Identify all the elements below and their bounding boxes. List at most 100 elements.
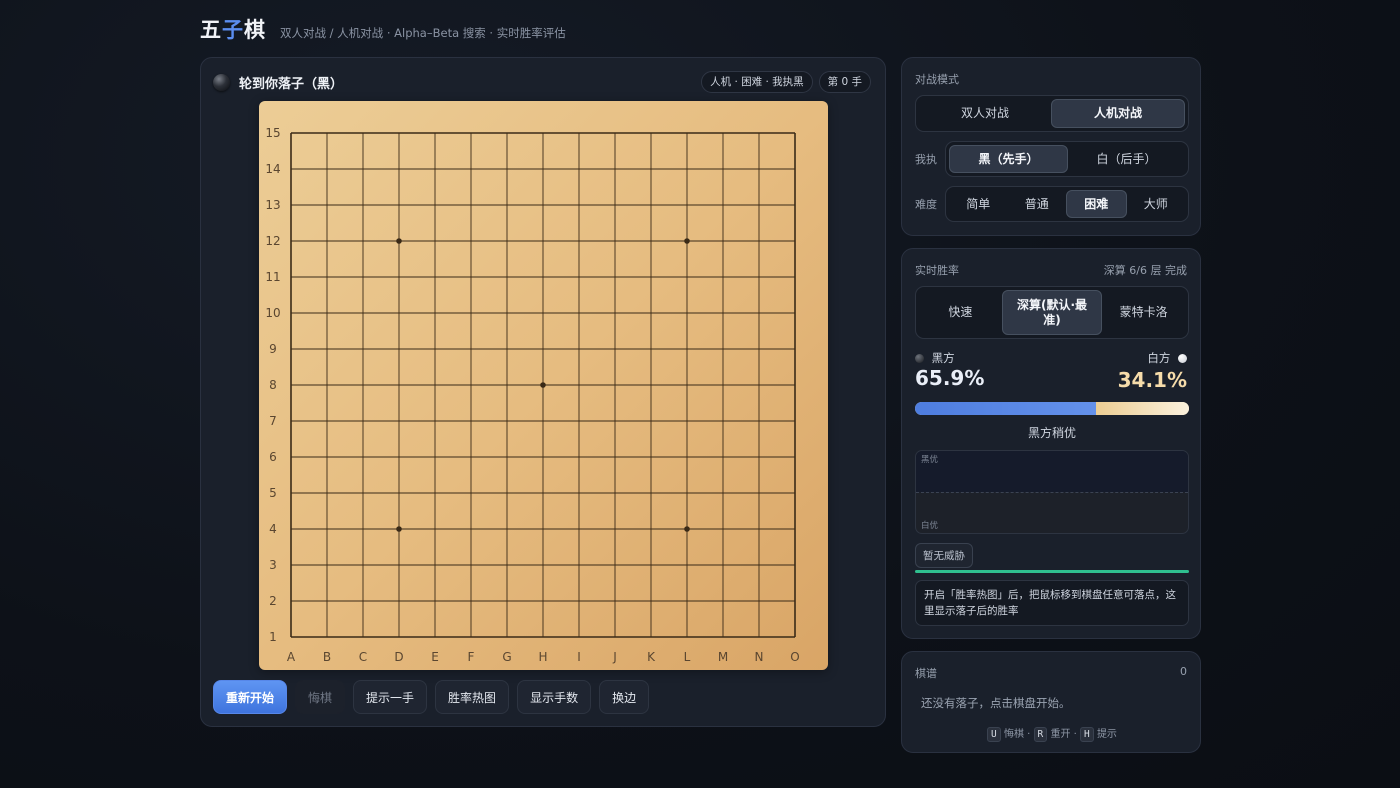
threat-badge: 暂无威胁 [915, 543, 973, 568]
record-empty-text: 还没有落子，点击棋盘开始。 [921, 696, 1071, 710]
move-count-pill: 第 0 手 [818, 71, 871, 93]
record-count: 0 [1180, 665, 1187, 678]
row-label: 8 [269, 378, 277, 392]
graph-black-zone [916, 451, 1188, 492]
shortcut-key-undo: U [987, 727, 1001, 742]
black-stone-icon [915, 354, 924, 363]
shortcut-key-hint: H [1080, 727, 1094, 742]
column-label: N [755, 650, 764, 664]
white-label-text: 白方 [1147, 351, 1171, 365]
row-label: 5 [269, 486, 277, 500]
black-percentage: 65.9% [915, 366, 985, 390]
white-stone-icon [1178, 354, 1187, 363]
record-panel: 棋谱 0 还没有落子，点击棋盘开始。 U 悔棋 · R 重开 · H 提示 [901, 651, 1201, 753]
black-label-text: 黑方 [931, 351, 955, 365]
row-label: 6 [269, 450, 277, 464]
algo-fast[interactable]: 快速 [919, 290, 1002, 335]
row-label: 3 [269, 558, 277, 572]
winrate-bar-white [1095, 402, 1189, 415]
row-label: 7 [269, 414, 277, 428]
column-label: M [718, 650, 728, 664]
white-side-label: 白方 [1147, 350, 1187, 366]
depth-status: 深算 6/6 层 完成 [1103, 264, 1187, 277]
winrate-panel: 实时胜率 深算 6/6 层 完成 快速 深算(默认·最准) 蒙特卡洛 黑方 白方… [901, 248, 1201, 639]
algo-segmented: 快速 深算(默认·最准) 蒙特卡洛 [915, 286, 1189, 339]
column-label: B [323, 650, 331, 664]
row-label: 14 [265, 162, 280, 176]
heatmap-button[interactable]: 胜率热图 [435, 680, 510, 714]
hint-button[interactable]: 提示一手 [353, 680, 428, 714]
row-label: 4 [269, 522, 277, 536]
shortcut-label-undo: 悔棋 [1003, 729, 1024, 740]
side-option-white[interactable]: 白（后手） [1068, 145, 1185, 173]
graph-top-label: 黑优 [921, 455, 939, 465]
difficulty-normal[interactable]: 普通 [1008, 190, 1067, 218]
side-option-black[interactable]: 黑（先手） [949, 145, 1068, 173]
graph-midline [916, 492, 1188, 493]
row-label: 15 [265, 126, 280, 140]
column-label: E [431, 650, 439, 664]
logo-char-3: 棋 [244, 18, 266, 42]
record-title: 棋谱 [915, 667, 937, 680]
app-logo: 五子棋 [200, 14, 266, 44]
star-point [396, 238, 402, 244]
winrate-graph: 黑优 白优 [915, 450, 1189, 534]
mode-pill: 人机 · 困难 · 我执黑 [701, 71, 813, 93]
winrate-bar [915, 402, 1189, 415]
logo-char-1: 五 [200, 18, 222, 42]
column-label: G [502, 650, 511, 664]
mode-title: 对战模式 [915, 73, 959, 86]
heatmap-hint: 开启「胜率热图」后，把鼠标移到棋盘任意可落点，这里显示落子后的胜率 [915, 580, 1189, 626]
column-label: I [577, 650, 581, 664]
difficulty-segmented: 简单 普通 困难 大师 [945, 186, 1189, 222]
difficulty-hard[interactable]: 困难 [1066, 190, 1127, 218]
logo-char-2: 子 [222, 18, 244, 42]
board-panel: 轮到你落子（黑） 人机 · 困难 · 我执黑 第 0 手 A B C D E F G H I J K… [200, 57, 886, 727]
white-percentage: 34.1% [1117, 368, 1187, 392]
board-grid[interactable]: A B C D E F G H I J K L M N O 15 14 13 12 11 10 9 8 7 6 5 4 3 2 1 [259, 101, 828, 670]
graph-bottom-label: 白优 [921, 521, 939, 531]
gomoku-board[interactable]: A B C D E F G H I J K L M N O 15 14 13 12 11 10 9 8 7 6 5 4 3 2 1 [259, 101, 828, 670]
shortcut-separator: · [1073, 729, 1077, 740]
turn-indicator: 轮到你落子（黑） [239, 76, 344, 92]
difficulty-easy[interactable]: 简单 [949, 190, 1008, 218]
star-point [540, 382, 546, 388]
column-label: D [394, 650, 403, 664]
row-label: 10 [265, 306, 280, 320]
star-point [396, 526, 402, 532]
side-label: 我执 [915, 153, 937, 166]
row-label: 1 [269, 630, 277, 644]
column-label: A [287, 650, 296, 664]
column-label: F [468, 650, 475, 664]
algo-deep[interactable]: 深算(默认·最准) [1001, 290, 1103, 335]
algo-mcts[interactable]: 蒙特卡洛 [1102, 290, 1185, 335]
show-moves-button[interactable]: 显示手数 [517, 680, 592, 714]
column-label: H [538, 650, 547, 664]
swap-sides-button[interactable]: 换边 [599, 680, 650, 714]
row-label: 2 [269, 594, 277, 608]
restart-button[interactable]: 重新开始 [213, 680, 288, 714]
row-label: 11 [265, 270, 280, 284]
column-label: K [647, 650, 656, 664]
black-side-label: 黑方 [915, 350, 955, 366]
undo-button[interactable]: 悔棋 [295, 680, 346, 714]
mode-panel: 对战模式 双人对战 人机对战 我执 黑（先手） 白（后手） 难度 简单 普通 困… [901, 57, 1201, 236]
difficulty-master[interactable]: 大师 [1127, 190, 1186, 218]
keyboard-shortcuts: U 悔棋 · R 重开 · H 提示 [902, 725, 1202, 742]
row-label: 12 [265, 234, 280, 248]
column-label: L [684, 650, 691, 664]
row-label: 13 [265, 198, 280, 212]
mode-option-pve[interactable]: 人机对战 [1051, 99, 1185, 128]
column-label: J [612, 650, 617, 664]
shortcut-label-hint: 提示 [1096, 729, 1117, 740]
mode-option-pvp[interactable]: 双人对战 [919, 99, 1051, 128]
black-stone-icon [213, 73, 230, 91]
side-segmented: 黑（先手） 白（后手） [945, 141, 1189, 177]
star-point [684, 238, 690, 244]
winrate-bar-black [915, 402, 1096, 415]
app-header: 五子棋 双人对战 / 人机对战 · Alpha–Beta 搜索 · 实时胜率评估 [200, 14, 566, 44]
shortcut-separator: · [1027, 729, 1031, 740]
winrate-title: 实时胜率 [915, 264, 959, 277]
mode-segmented: 双人对战 人机对战 [915, 95, 1189, 132]
difficulty-label: 难度 [915, 198, 937, 211]
